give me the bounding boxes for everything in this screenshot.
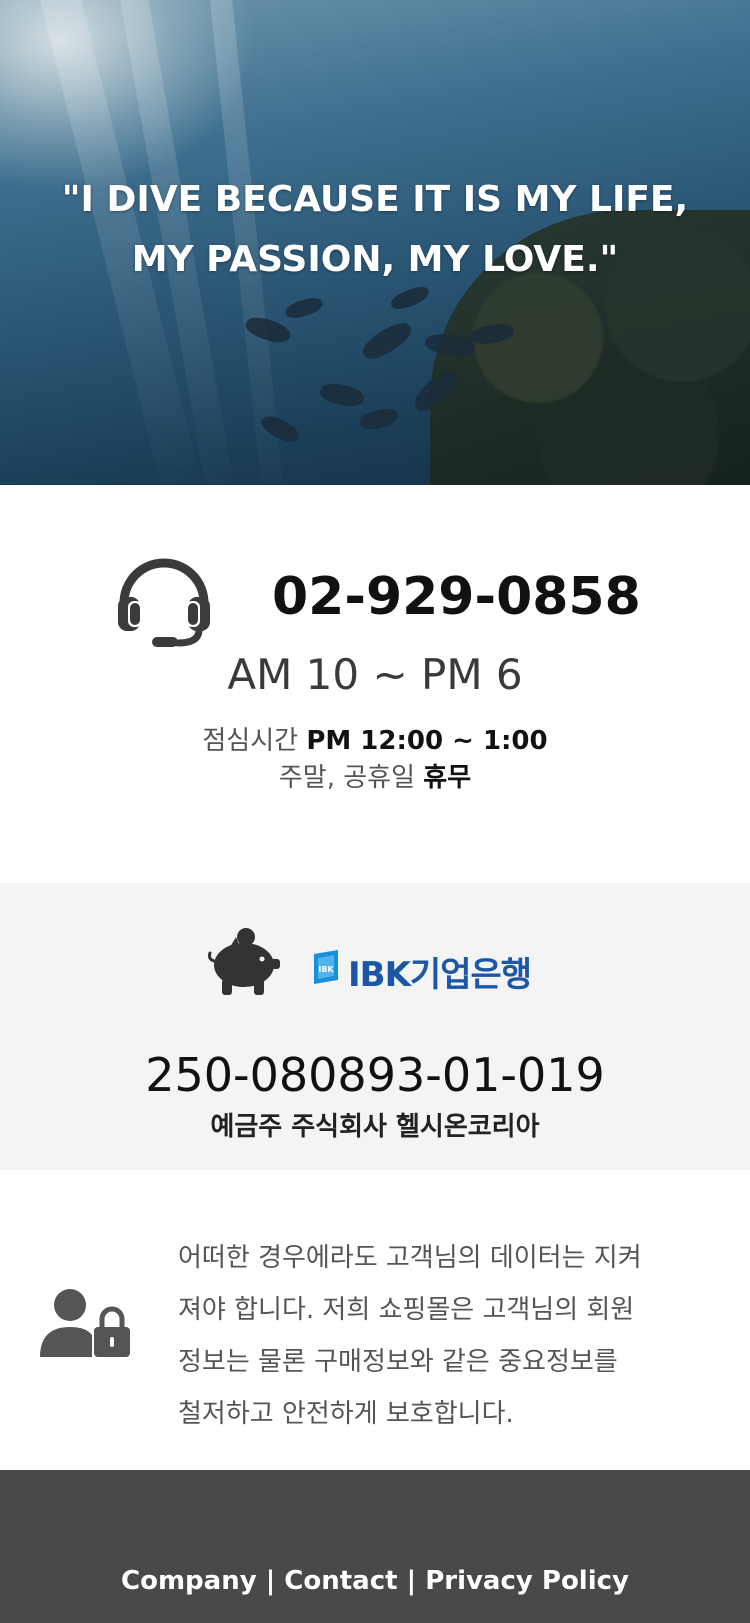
- fish: [358, 406, 400, 432]
- privacy-statement: 어떠한 경우에라도 고객님의 데이터는 지켜 져야 합니다. 저희 쇼핑몰은 고…: [178, 1232, 718, 1440]
- weekend-status: 휴무: [423, 763, 472, 793]
- company-link[interactable]: Company: [121, 1566, 257, 1596]
- ibk-logo-icon: IBK: [314, 950, 338, 984]
- hero-banner: "I DIVE BECAUSE IT IS MY LIFE, MY PASSIO…: [0, 0, 750, 485]
- piggy-bank-icon: [208, 928, 280, 995]
- ibk-logo-text: IBK: [318, 965, 334, 974]
- phone-number[interactable]: 02-929-0858: [272, 567, 641, 627]
- lunch-hours: 점심시간 PM 12:00 ~ 1:00: [0, 720, 750, 757]
- privacy-line: 어떠한 경우에라도 고객님의 데이터는 지켜: [178, 1243, 642, 1273]
- fish: [318, 379, 366, 411]
- privacy-policy-link[interactable]: Privacy Policy: [425, 1566, 629, 1596]
- account-number: 250-080893-01-019: [145, 1048, 605, 1102]
- weekend-hours: 주말, 공휴일 휴무: [0, 757, 750, 794]
- lunch-time: PM 12:00 ~ 1:00: [306, 726, 548, 756]
- fish: [358, 317, 416, 365]
- footer-links: Company | Contact | Privacy Policy: [0, 1566, 750, 1596]
- footer-separator: |: [406, 1566, 417, 1596]
- bank-name: IBK기업은행: [348, 955, 532, 995]
- weekend-label: 주말, 공휴일: [278, 763, 416, 793]
- privacy-line: 철저하고 안전하게 보호합니다.: [178, 1399, 514, 1429]
- account-holder: 예금주 주식회사 헬시온코리아: [210, 1112, 540, 1142]
- contact-link[interactable]: Contact: [284, 1566, 397, 1596]
- footer: [0, 1470, 750, 1623]
- privacy-line: 정보는 물론 구매정보와 같은 중요정보를: [178, 1347, 618, 1377]
- headset-icon: [118, 558, 210, 647]
- privacy-line: 져야 합니다. 저희 쇼핑몰은 고객님의 회원: [178, 1295, 635, 1325]
- hero-quote-line1: "I DIVE BECAUSE IT IS MY LIFE,: [61, 179, 689, 220]
- user-lock-icon: [40, 1289, 130, 1357]
- footer-separator: |: [265, 1566, 276, 1596]
- fish: [283, 295, 325, 321]
- hero-quote-line2: MY PASSION, MY LOVE.": [131, 239, 619, 280]
- business-hours: AM 10 ~ PM 6: [227, 650, 523, 699]
- lunch-label: 점심시간: [202, 726, 299, 756]
- hero-quote: "I DIVE BECAUSE IT IS MY LIFE, MY PASSIO…: [0, 170, 750, 290]
